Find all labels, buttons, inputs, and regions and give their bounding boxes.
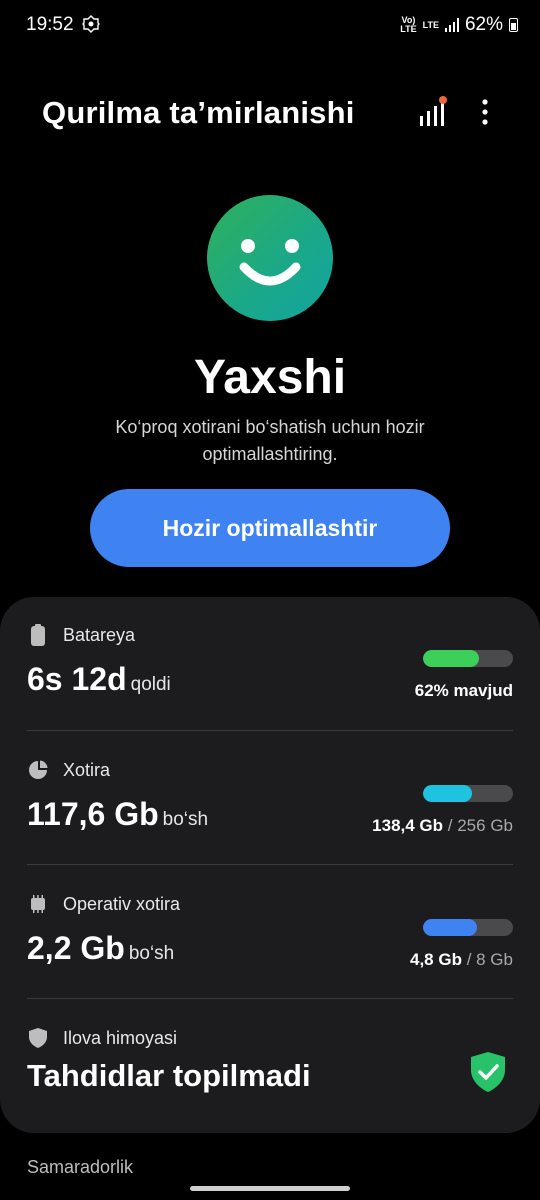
home-indicator[interactable] [190, 1186, 350, 1191]
status-bar: 19:52 Vo) LTE LTE 62% [0, 0, 540, 50]
storage-usage-bar [423, 785, 513, 802]
storage-section[interactable]: Xotira 117,6 Gb bo‘sh 138,4 Gb / 256 Gb [27, 758, 513, 848]
status-indicators: Vo) LTE LTE 62% [400, 14, 518, 36]
battery-level-bar [423, 650, 513, 667]
battery-remaining: 6s 12d qoldi [27, 661, 171, 697]
ram-section[interactable]: Operativ xotira 2,2 Gb bo‘sh 4,8 Gb / 8 G… [27, 892, 513, 982]
battery-icon [509, 18, 518, 32]
storage-label: Xotira [63, 759, 111, 780]
battery-label: Batareya [63, 624, 136, 645]
ram-label: Operativ xotira [63, 893, 181, 914]
device-care-card: Batareya 6s 12d qoldi 62% mavjud Xotira 1… [0, 597, 540, 1133]
battery-section[interactable]: Batareya 6s 12d qoldi 62% mavjud [27, 623, 513, 713]
ram-usage-bar [423, 919, 513, 936]
battery-icon [27, 624, 49, 646]
status-time: 19:52 [26, 14, 74, 35]
device-status-label: Yaxshi [193, 351, 347, 404]
divider [27, 998, 513, 999]
app-protection-label: Ilova himoyasi [63, 1027, 178, 1048]
app-protection-section[interactable]: Ilova himoyasi Tahdidlar topilmadi [27, 1026, 513, 1116]
battery-available: 62% mavjud [414, 681, 513, 700]
divider [27, 864, 513, 865]
threats-status: Tahdidlar topilmadi [27, 1058, 311, 1093]
smiley-icon [207, 195, 333, 321]
optimize-now-button[interactable]: Hozir optimallashtir [90, 489, 450, 567]
shield-check-icon [471, 1052, 505, 1092]
page-title: Qurilma ta’mirlanishi [42, 95, 355, 130]
chip-icon [27, 893, 49, 915]
signal-icon [444, 18, 459, 32]
volte-indicator: Vo) LTE [400, 15, 417, 34]
battery-percent: 62% [464, 14, 503, 35]
ram-free: 2,2 Gb bo‘sh [27, 930, 175, 966]
lte-indicator: LTE [422, 19, 439, 30]
divider [27, 730, 513, 731]
storage-pie-icon [27, 759, 49, 781]
more-options-icon[interactable] [470, 96, 500, 128]
performance-section-label: Samaradorlik [27, 1157, 134, 1177]
status-description: Ko‘proq xotirani bo‘shatish uchun hozir … [115, 417, 425, 464]
storage-used: 138,4 Gb / 256 Gb [372, 816, 513, 835]
shield-icon [27, 1027, 49, 1049]
storage-free: 117,6 Gb bo‘sh [27, 796, 209, 832]
ram-used: 4,8 Gb / 8 Gb [409, 950, 513, 969]
gear-icon [82, 15, 100, 33]
stats-icon[interactable] [416, 96, 448, 128]
